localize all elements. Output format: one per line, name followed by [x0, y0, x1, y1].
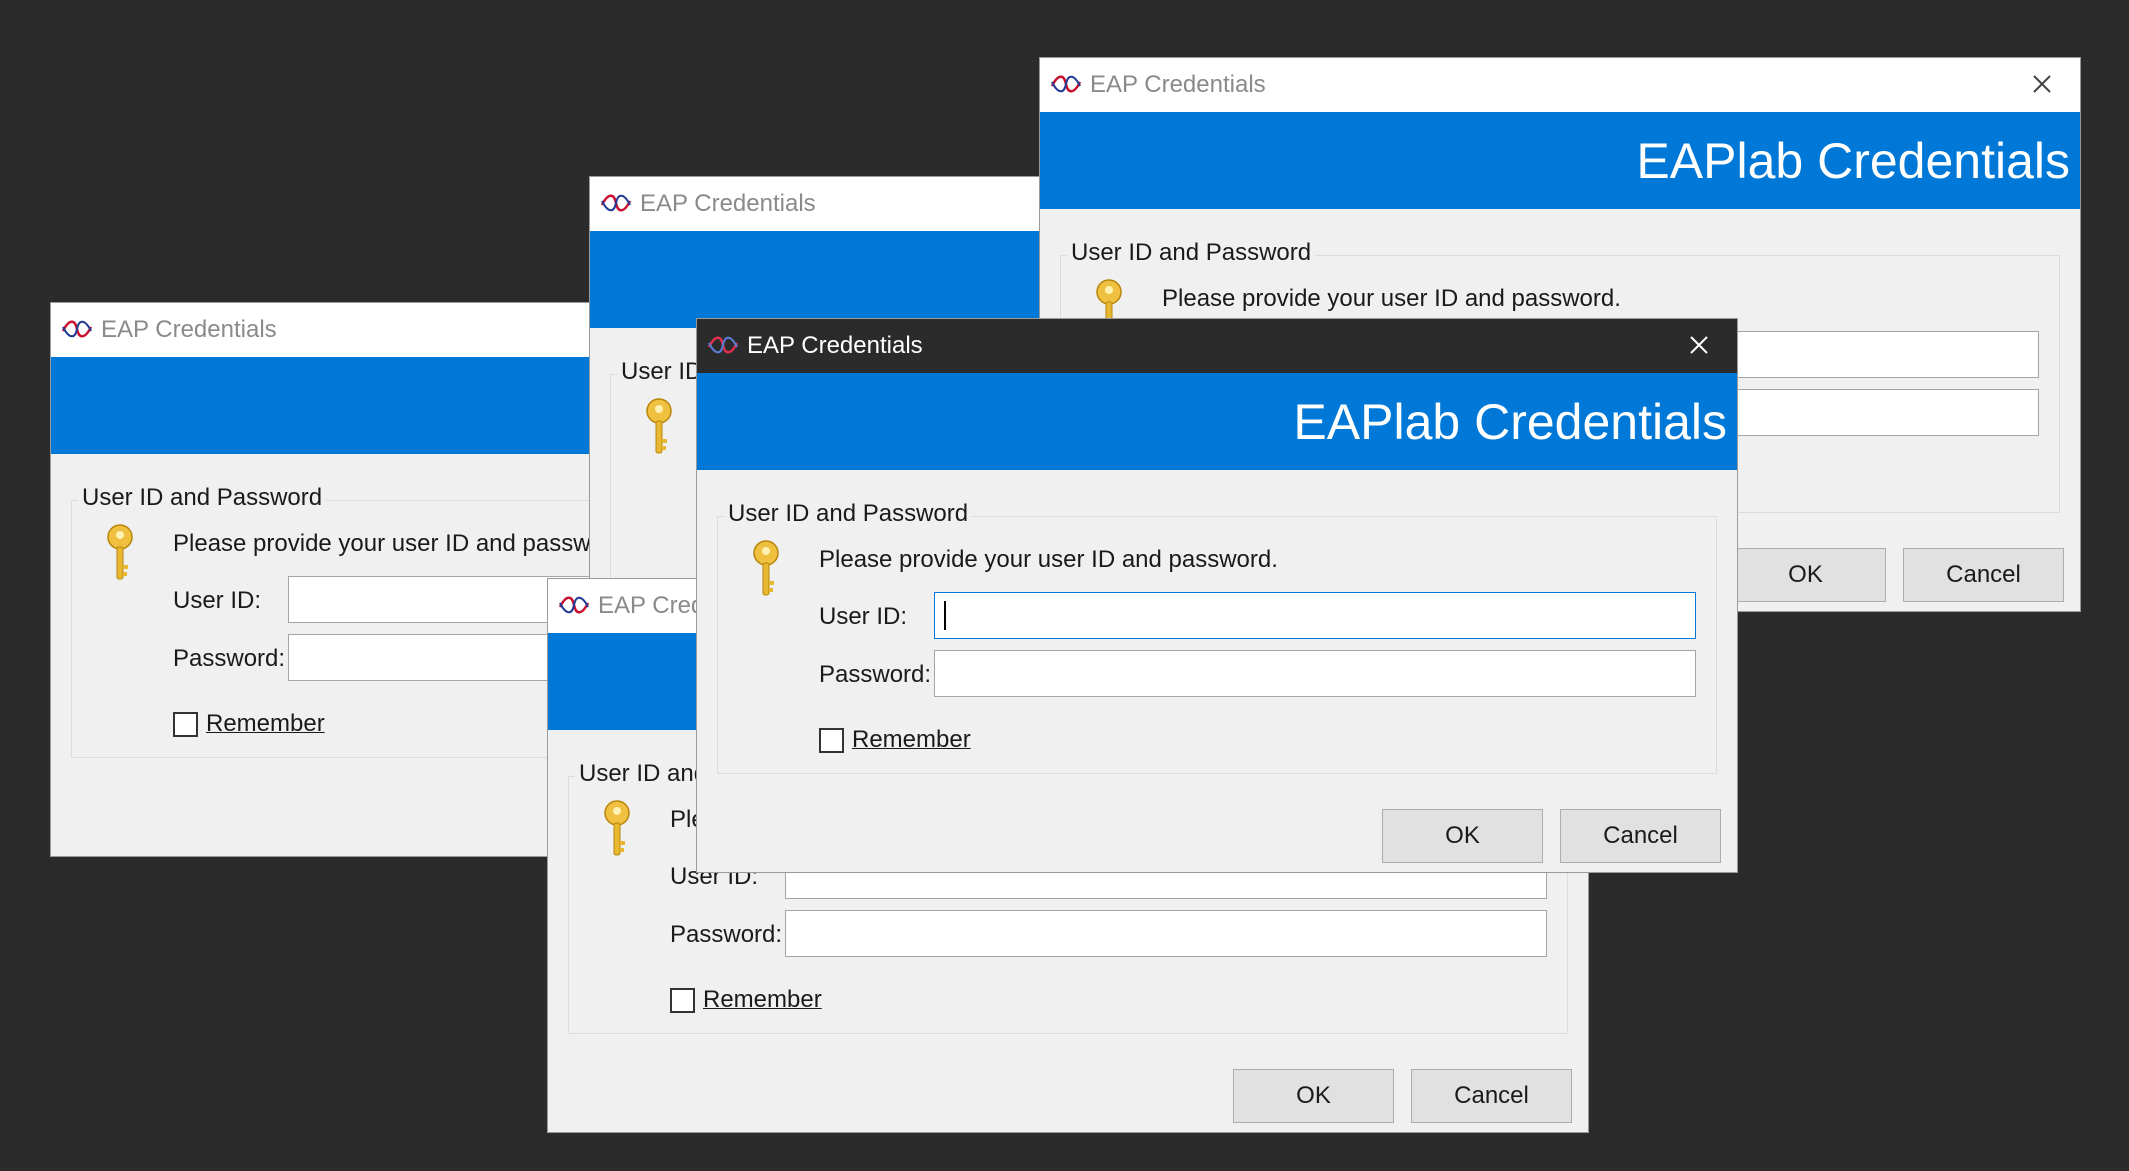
prompt-text: Please provide your user ID and password…	[1162, 285, 1621, 312]
cancel-button[interactable]: Cancel	[1903, 548, 2064, 602]
window-title: EAP Credentials	[101, 316, 277, 343]
window-title: EAP Credentials	[640, 190, 816, 217]
password-label: Password:	[173, 645, 286, 672]
window-title: EAP Credentials	[747, 332, 923, 359]
remember-label[interactable]: Remember	[852, 726, 971, 754]
user-id-label: User ID:	[819, 603, 908, 630]
ok-button[interactable]: OK	[1382, 809, 1543, 863]
title-bar[interactable]: EAP Credentials	[697, 319, 1737, 373]
banner: EAPlab Credentials	[697, 373, 1737, 470]
password-input[interactable]	[934, 650, 1696, 697]
banner-title: EAPlab Credentials	[1636, 133, 2070, 189]
credentials-group: User ID and Password Please provide your…	[717, 500, 1717, 774]
ok-button[interactable]: OK	[1725, 548, 1886, 602]
banner-title: EAPlab Credentials	[1293, 394, 1727, 450]
password-label: Password:	[819, 661, 932, 688]
eap-logo-icon	[600, 194, 632, 212]
close-icon[interactable]	[1683, 329, 1715, 361]
user-id-input[interactable]	[934, 592, 1696, 639]
cancel-button[interactable]: Cancel	[1411, 1069, 1572, 1123]
password-label: Password:	[670, 921, 783, 948]
key-icon	[604, 800, 630, 856]
prompt-text: Please provide your user ID and password…	[173, 530, 632, 557]
group-legend: User ID and Password	[78, 484, 327, 512]
eap-credentials-dialog-active: EAP Credentials EAPlab Credentials User …	[696, 318, 1738, 873]
close-icon[interactable]	[2026, 68, 2058, 100]
remember-checkbox[interactable]	[173, 712, 198, 737]
cancel-button[interactable]: Cancel	[1560, 809, 1721, 863]
eap-logo-icon	[707, 336, 739, 354]
remember-label[interactable]: Remember	[206, 710, 325, 738]
key-icon	[107, 524, 133, 580]
password-input[interactable]	[785, 910, 1547, 957]
key-icon	[646, 398, 672, 454]
group-legend: User ID and Password	[1067, 239, 1316, 267]
eap-logo-icon	[1050, 75, 1082, 93]
remember-checkbox[interactable]	[819, 728, 844, 753]
eap-logo-icon	[558, 596, 590, 614]
prompt-text: Please provide your user ID and password…	[819, 546, 1278, 573]
title-bar[interactable]: EAP Credentials	[1040, 58, 2080, 112]
remember-checkbox[interactable]	[670, 988, 695, 1013]
remember-label[interactable]: Remember	[703, 986, 822, 1014]
text-caret	[944, 601, 946, 630]
window-title: EAP Credentials	[1090, 71, 1266, 98]
eap-logo-icon	[61, 320, 93, 338]
group-legend: User ID and Password	[724, 500, 973, 528]
user-id-label: User ID:	[173, 587, 262, 614]
banner: EAPlab Credentials	[1040, 112, 2080, 209]
key-icon	[753, 540, 779, 596]
ok-button[interactable]: OK	[1233, 1069, 1394, 1123]
